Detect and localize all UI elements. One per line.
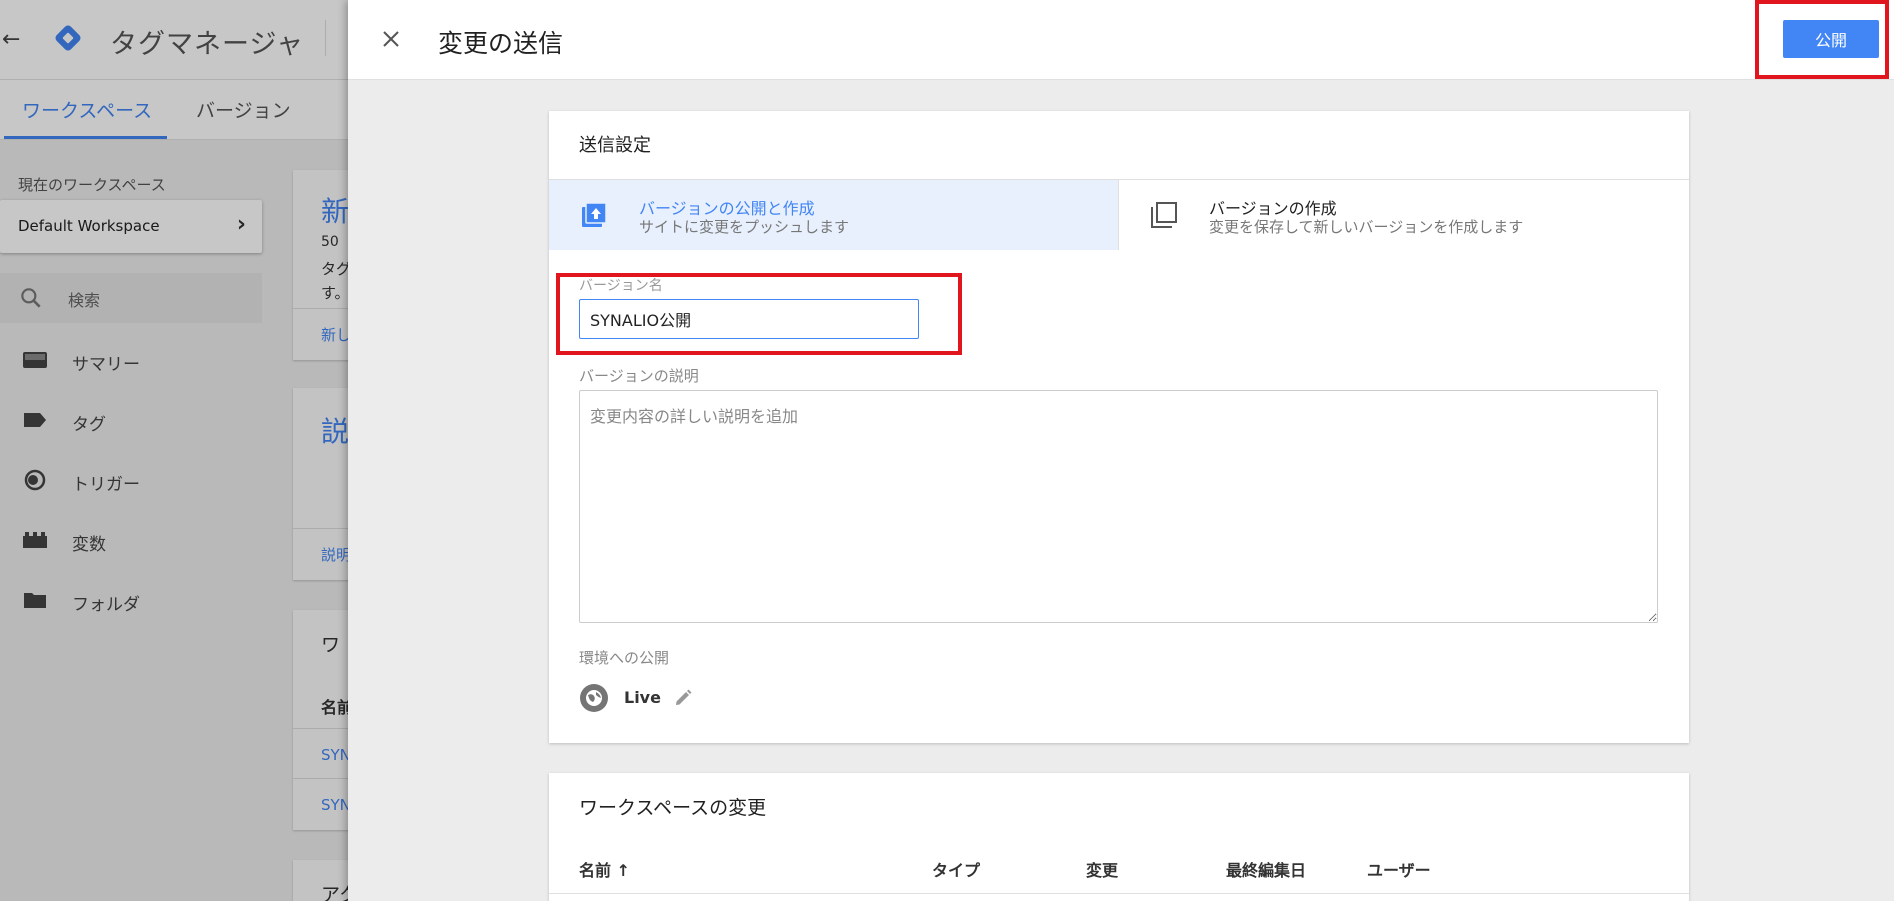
option-create-version[interactable]: バージョンの作成 変更を保存して新しいバージョンを作成します	[1119, 180, 1689, 250]
column-header-last-edited[interactable]: 最終編集日	[1226, 857, 1306, 881]
pencil-edit-icon[interactable]	[672, 687, 694, 709]
close-icon[interactable]	[376, 24, 406, 54]
column-header-name[interactable]: 名前 ↑	[579, 857, 630, 881]
column-header-user[interactable]: ユーザー	[1367, 857, 1431, 881]
publish-highlight-box	[1755, 0, 1889, 79]
option-subtitle: サイトに変更をプッシュします	[639, 218, 850, 236]
globe-icon	[580, 684, 608, 712]
option-publish-and-create[interactable]: バージョンの公開と作成 サイトに変更をプッシュします	[549, 180, 1119, 250]
version-name-input[interactable]	[579, 299, 919, 339]
option-subtitle: 変更を保存して新しいバージョンを作成します	[1209, 218, 1524, 236]
publish-upload-icon	[582, 202, 607, 227]
settings-title: 送信設定	[579, 135, 651, 156]
divider	[549, 893, 1689, 894]
column-header-change[interactable]: 変更	[1086, 857, 1118, 881]
environment-label: 環境への公開	[579, 649, 670, 667]
version-description-input[interactable]	[579, 390, 1658, 623]
column-header-type[interactable]: タイプ	[932, 857, 980, 881]
version-name-label: バージョン名	[579, 278, 663, 294]
version-description-label: バージョンの説明	[579, 367, 699, 385]
panel-title: 変更の送信	[438, 29, 564, 58]
workspace-changes-card: ワークスペースの変更 名前 ↑ タイプ 変更 最終編集日 ユーザー	[549, 773, 1689, 901]
panel-header: 変更の送信 公開	[348, 0, 1894, 80]
submission-options: バージョンの公開と作成 サイトに変更をプッシュします バージョンの作成 変更を保…	[549, 179, 1689, 250]
submission-settings-card: 送信設定 バージョンの公開と作成 サイトに変更をプッシュします バージョンの作成…	[549, 111, 1689, 743]
workspace-changes-title: ワークスペースの変更	[579, 797, 767, 819]
copy-version-icon	[1151, 202, 1177, 228]
submit-changes-panel: 変更の送信 公開 送信設定 バージョンの公開と作成 サイトに変更をプッシュします	[348, 0, 1894, 901]
environment-name: Live	[624, 688, 661, 707]
